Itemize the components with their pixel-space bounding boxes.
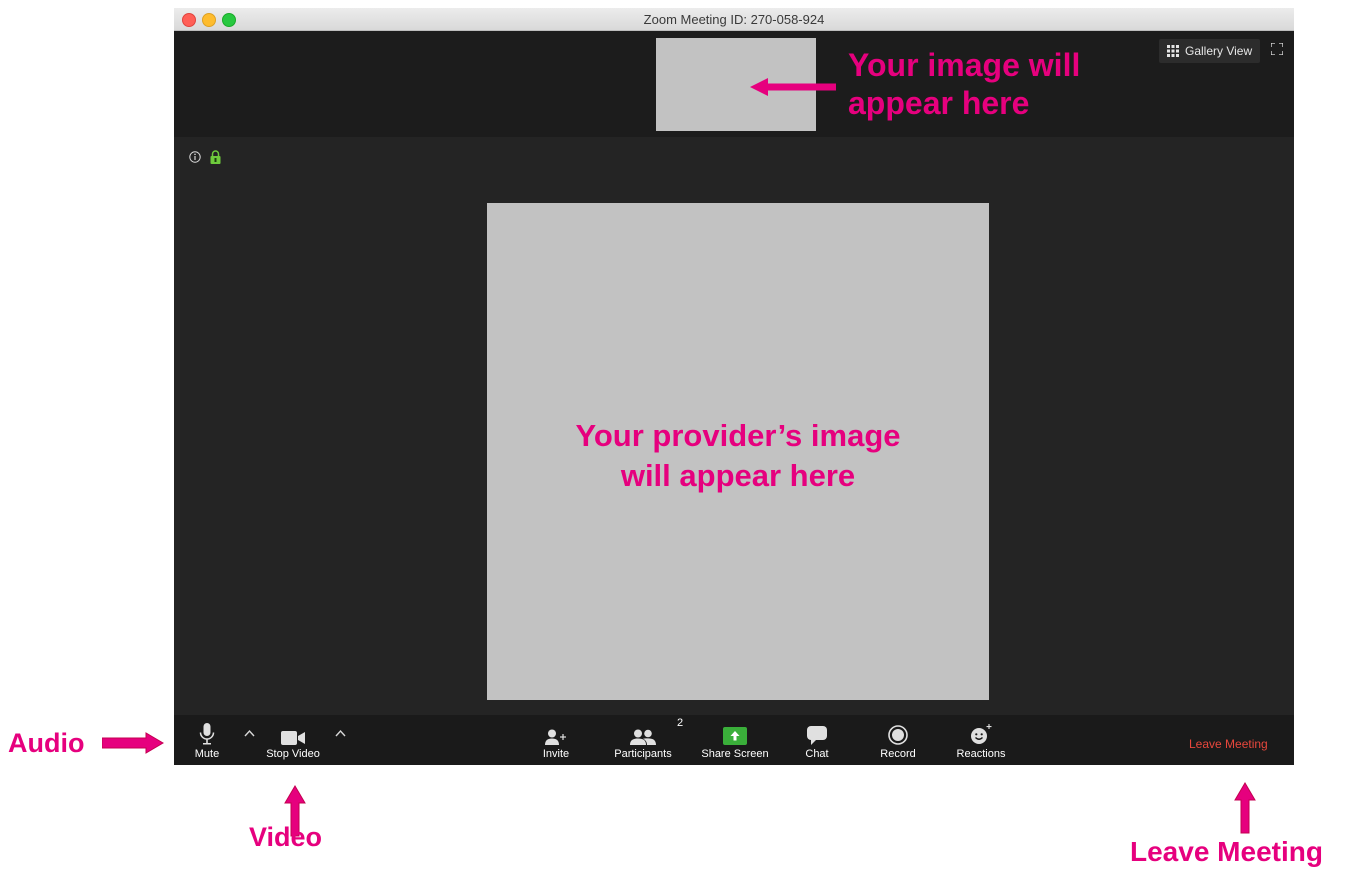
self-image-annotation: Your image will appear here xyxy=(848,46,1080,122)
leave-meeting-button[interactable]: Leave Meeting xyxy=(1189,737,1268,751)
share-screen-button[interactable]: Share Screen xyxy=(698,715,772,765)
stop-video-button[interactable]: Stop Video xyxy=(262,715,324,765)
gallery-view-button[interactable]: Gallery View xyxy=(1159,39,1261,63)
video-options-chevron-up-icon[interactable] xyxy=(335,729,346,737)
provider-annotation-line2: will appear here xyxy=(620,458,856,493)
add-user-icon xyxy=(545,729,566,745)
video-camera-icon xyxy=(281,731,305,745)
self-image-annotation-line2: appear here xyxy=(848,85,1030,121)
share-screen-icon xyxy=(723,727,747,745)
audio-annotation: Audio xyxy=(8,728,85,758)
video-annotation: Video xyxy=(249,822,323,852)
record-icon xyxy=(888,725,908,745)
invite-label: Invite xyxy=(542,748,570,760)
participants-icon xyxy=(630,729,656,745)
chat-bubble-icon xyxy=(807,726,827,745)
leave-arrow-up-icon xyxy=(1234,782,1256,834)
fullscreen-icon[interactable] xyxy=(1271,43,1283,55)
grid-icon xyxy=(1167,45,1179,57)
thumbnail-strip: Gallery View xyxy=(174,31,1294,137)
participants-count: 2 xyxy=(677,717,684,729)
provider-image-annotation: Your provider’s image will appear here xyxy=(487,416,989,496)
emoji-add-icon xyxy=(971,724,992,744)
record-label: Record xyxy=(880,748,916,760)
encryption-lock-icon[interactable] xyxy=(210,150,221,164)
meeting-toolbar: Mute Stop Video Invite 2 Participants Sh… xyxy=(174,715,1294,765)
share-screen-label: Share Screen xyxy=(701,748,769,760)
leave-meeting-annotation: Leave Meeting xyxy=(1130,836,1323,867)
self-image-annotation-line1: Your image will xyxy=(848,47,1081,83)
title-bar: Zoom Meeting ID: 270-058-924 xyxy=(174,8,1294,31)
participants-button[interactable]: 2 Participants xyxy=(610,715,683,765)
audio-arrow-right-icon xyxy=(102,732,164,754)
mute-label: Mute xyxy=(194,748,220,760)
microphone-icon xyxy=(199,723,215,745)
mute-button[interactable]: Mute xyxy=(192,715,222,765)
invite-button[interactable]: Invite xyxy=(536,715,576,765)
self-image-arrow-left-icon xyxy=(750,78,836,96)
stop-video-label: Stop Video xyxy=(266,748,320,760)
provider-annotation-line1: Your provider’s image xyxy=(575,418,901,453)
chat-button[interactable]: Chat xyxy=(800,715,834,765)
zoom-window: Zoom Meeting ID: 270-058-924 Gallery Vie… xyxy=(174,8,1294,765)
reactions-label: Reactions xyxy=(956,748,1006,760)
participants-label: Participants xyxy=(614,748,672,760)
gallery-view-label: Gallery View xyxy=(1185,44,1253,58)
chat-label: Chat xyxy=(805,748,829,760)
info-icon[interactable] xyxy=(189,151,201,163)
reactions-button[interactable]: Reactions xyxy=(952,715,1010,765)
record-button[interactable]: Record xyxy=(876,715,920,765)
window-title: Zoom Meeting ID: 270-058-924 xyxy=(643,12,825,27)
audio-options-chevron-up-icon[interactable] xyxy=(244,729,255,737)
